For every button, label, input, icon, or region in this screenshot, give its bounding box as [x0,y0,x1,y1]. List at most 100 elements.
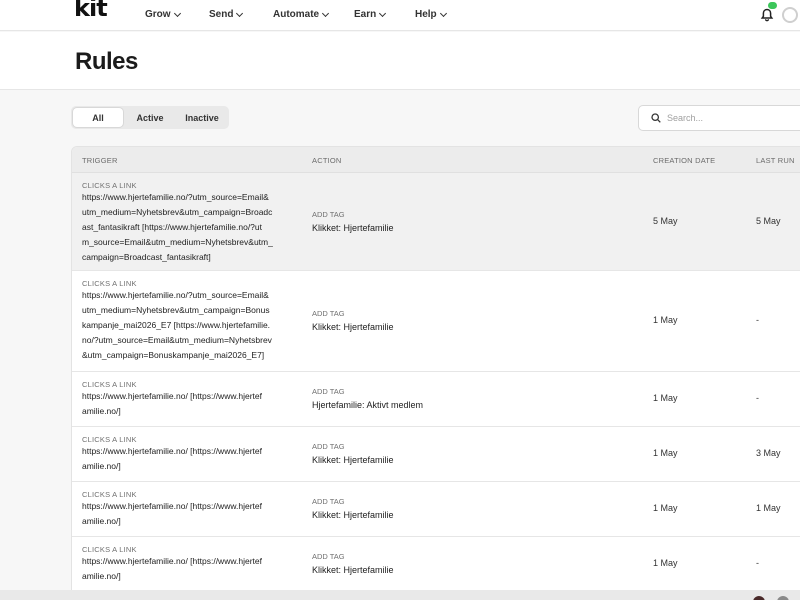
nav-earn[interactable]: Earn [354,9,387,20]
nav-help[interactable]: Help [415,9,447,20]
creation-date: 1 May [653,503,678,513]
last-run: - [756,558,759,568]
bottom-bar [0,590,800,600]
nav-earn-label: Earn [354,9,377,20]
rules-table: TRIGGER ACTION CREATION DATE LAST RUN CL… [71,146,800,594]
trigger-url: https://www.hjertefamilie.no/ [https://w… [82,499,297,529]
trigger-url: https://www.hjertefamilie.no/?utm_source… [82,288,297,363]
trigger-line: m_source=Email&utm_medium=Nyhetsbrev&utm… [82,237,273,247]
table-header: TRIGGER ACTION CREATION DATE LAST RUN [72,147,800,173]
column-trigger[interactable]: TRIGGER [82,156,118,165]
column-last-run[interactable]: LAST RUN [756,156,795,165]
creation-date: 5 May [653,216,678,226]
top-navigation: kit Grow Send Automate Earn Help [0,0,800,31]
action-cell: ADD TAG Klikket: Hjertefamilie [312,552,394,575]
trigger-type: CLICKS A LINK [82,380,137,389]
trigger-url: https://www.hjertefamilie.no/ [https://w… [82,554,297,584]
tab-all[interactable]: All [73,108,123,127]
chevron-down-icon [236,9,244,17]
trigger-line: &utm_campaign=Bonuskampanje_mai2026_E7] [82,350,265,360]
trigger-line: https://www.hjertefamilie.no/ [https://w… [82,446,262,456]
action-type: ADD TAG [312,309,345,318]
nav-send-label: Send [209,9,234,20]
trigger-type: CLICKS A LINK [82,279,137,288]
action-type: ADD TAG [312,210,345,219]
kit-logo[interactable]: kit [74,0,108,22]
trigger-line: amilie.no/] [82,516,121,526]
last-run: 1 May [756,503,781,513]
page-title: Rules [75,48,138,75]
action-type: ADD TAG [312,442,345,451]
nav-help-label: Help [415,9,437,20]
search-icon [651,113,661,123]
trigger-type: CLICKS A LINK [82,545,137,554]
trigger-line: ast_fantasikraft [https://www.hjertefami… [82,222,263,232]
tab-inactive[interactable]: Inactive [177,108,227,127]
trigger-line: https://www.hjertefamilie.no/?utm_source… [82,290,269,300]
chevron-down-icon [322,9,330,17]
action-cell: ADD TAG Klikket: Hjertefamilie [312,210,394,233]
table-row[interactable]: CLICKS A LINK https://www.hjertefamilie.… [72,537,800,593]
chevron-down-icon [379,9,387,17]
search-box[interactable] [638,105,800,131]
trigger-line: amilie.no/] [82,571,121,581]
action-cell: ADD TAG Klikket: Hjertefamilie [312,442,394,465]
table-row[interactable]: CLICKS A LINK https://www.hjertefamilie.… [72,372,800,427]
column-action[interactable]: ACTION [312,156,342,165]
nav-send[interactable]: Send [209,9,244,20]
action-value: Hjertefamilie: Aktivt medlem [312,400,424,410]
last-run: 3 May [756,448,781,458]
nav-grow[interactable]: Grow [145,9,181,20]
action-type: ADD TAG [312,497,345,506]
last-run: 5 May [756,216,781,226]
trigger-type: CLICKS A LINK [82,181,137,190]
trigger-cell: CLICKS A LINK https://www.hjertefamilie.… [82,181,297,265]
trigger-line: https://www.hjertefamilie.no/ [https://w… [82,556,262,566]
filter-tabs: All Active Inactive [71,106,229,129]
trigger-line: utm_medium=Nyhetsbrev&utm_campaign=Bonus [82,305,270,315]
trigger-type: CLICKS A LINK [82,435,137,444]
table-row[interactable]: CLICKS A LINK https://www.hjertefamilie.… [72,482,800,537]
action-value: Klikket: Hjertefamilie [312,565,394,575]
table-row[interactable]: CLICKS A LINK https://www.hjertefamilie.… [72,173,800,271]
trigger-line: https://www.hjertefamilie.no/?utm_source… [82,192,269,202]
trigger-type: CLICKS A LINK [82,490,137,499]
action-cell: ADD TAG Hjertefamilie: Aktivt medlem [312,387,423,410]
nav-grow-label: Grow [145,9,171,20]
column-creation-date[interactable]: CREATION DATE [653,156,715,165]
trigger-line: utm_medium=Nyhetsbrev&utm_campaign=Broad… [82,207,273,217]
trigger-cell: CLICKS A LINK https://www.hjertefamilie.… [82,490,297,529]
trigger-line: amilie.no/] [82,406,121,416]
action-type: ADD TAG [312,387,345,396]
creation-date: 1 May [653,448,678,458]
trigger-cell: CLICKS A LINK https://www.hjertefamilie.… [82,435,297,474]
table-row[interactable]: CLICKS A LINK https://www.hjertefamilie.… [72,427,800,482]
trigger-line: https://www.hjertefamilie.no/ [https://w… [82,501,262,511]
page-header: Rules [0,32,800,90]
action-cell: ADD TAG Klikket: Hjertefamilie [312,497,394,520]
trigger-url: https://www.hjertefamilie.no/?utm_source… [82,190,297,265]
trigger-cell: CLICKS A LINK https://www.hjertefamilie.… [82,279,297,363]
trigger-line: no/?utm_source=Email&utm_medium=Nyhetsbr… [82,335,272,345]
trigger-cell: CLICKS A LINK https://www.hjertefamilie.… [82,545,297,584]
nav-automate[interactable]: Automate [273,9,330,20]
table-row[interactable]: CLICKS A LINK https://www.hjertefamilie.… [72,271,800,372]
action-value: Klikket: Hjertefamilie [312,510,394,520]
trigger-url: https://www.hjertefamilie.no/ [https://w… [82,389,297,419]
chevron-down-icon [173,9,181,17]
last-run: - [756,393,759,403]
action-cell: ADD TAG Klikket: Hjertefamilie [312,309,394,332]
nav-automate-label: Automate [273,9,320,20]
trigger-line: campaign=Broadcast_fantasikraft] [82,252,211,262]
trigger-line: amilie.no/] [82,461,121,471]
action-value: Klikket: Hjertefamilie [312,322,394,332]
last-run: - [756,315,759,325]
bell-icon[interactable] [760,8,774,22]
action-value: Klikket: Hjertefamilie [312,455,394,465]
tab-active[interactable]: Active [123,108,177,127]
trigger-cell: CLICKS A LINK https://www.hjertefamilie.… [82,380,297,419]
action-value: Klikket: Hjertefamilie [312,223,394,233]
search-input[interactable] [667,110,797,126]
avatar[interactable] [782,7,798,23]
action-type: ADD TAG [312,552,345,561]
